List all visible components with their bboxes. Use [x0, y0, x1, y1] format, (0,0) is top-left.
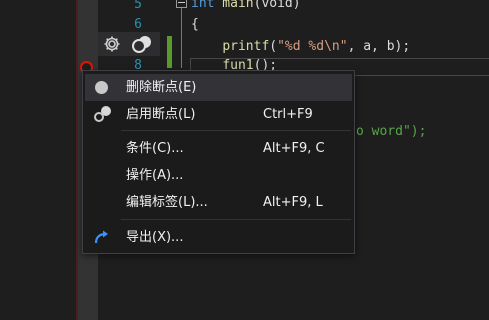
- delete-breakpoint-icon: [92, 79, 112, 97]
- gear-icon[interactable]: [102, 34, 122, 54]
- menu-separator: [121, 130, 351, 131]
- breakpoint-context-menu: 删除断点(E) 启用断点(L) Ctrl+F9 条件(C)... Alt+F9,…: [82, 70, 355, 254]
- left-panel-strip: [0, 0, 78, 320]
- breakpoint-toolbar: [98, 32, 160, 56]
- line-number: 5: [134, 0, 142, 12]
- enable-breakpoint-icon: [92, 106, 112, 124]
- menu-item-enable-breakpoint[interactable]: 启用断点(L) Ctrl+F9: [85, 101, 352, 128]
- menu-item-delete-breakpoint[interactable]: 删除断点(E): [85, 74, 352, 101]
- collapse-toggle[interactable]: [176, 0, 187, 8]
- export-icon: [92, 229, 112, 247]
- code-line-fragment: o word");: [356, 124, 427, 139]
- code-line[interactable]: printf("%d %d\n", a, b);: [191, 37, 410, 57]
- menu-separator: [121, 219, 351, 220]
- disable-breakpoint-icon[interactable]: [130, 34, 154, 54]
- outline-guide: [181, 8, 182, 68]
- code-line[interactable]: int main(void): [191, 0, 301, 14]
- code-line[interactable]: {: [191, 15, 199, 35]
- menu-item-conditions[interactable]: 条件(C)... Alt+F9, C: [85, 135, 352, 162]
- menu-item-export[interactable]: 导出(X)...: [85, 224, 352, 251]
- menu-item-actions[interactable]: 操作(A)...: [85, 162, 352, 189]
- change-indicator: [167, 36, 172, 68]
- menu-item-edit-labels[interactable]: 编辑标签(L)... Alt+F9, L: [85, 189, 352, 216]
